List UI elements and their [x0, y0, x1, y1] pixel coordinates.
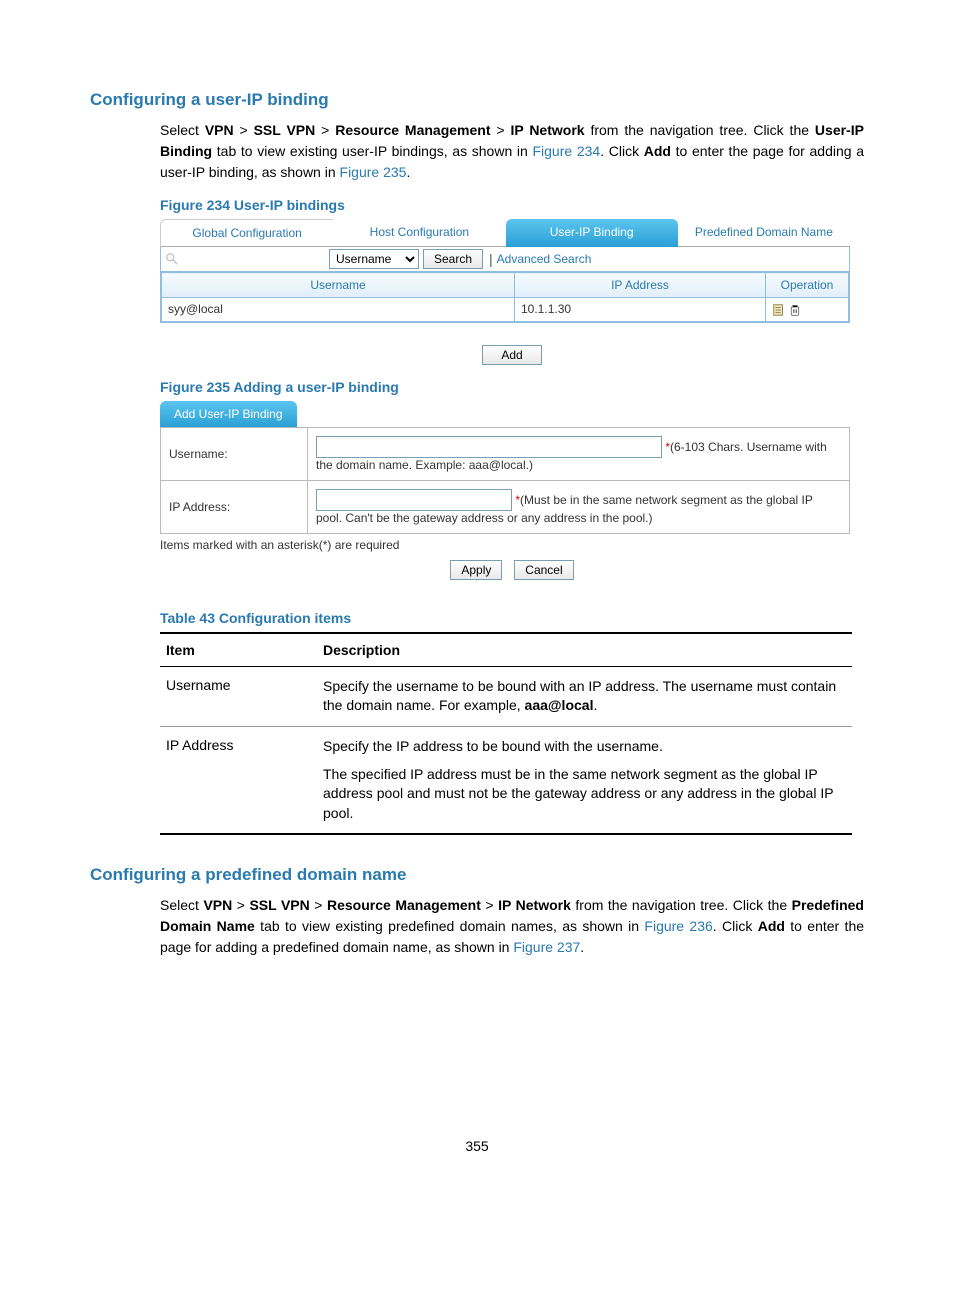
- ip-hint-2: pool. Can't be the gateway address or an…: [316, 511, 653, 525]
- breadcrumb-ipnetwork: IP Network: [510, 122, 584, 138]
- cancel-button[interactable]: Cancel: [514, 560, 573, 580]
- desc-ip-p2: The specified IP address must be in the …: [323, 765, 846, 824]
- section2-paragraph: Select VPN > SSL VPN > Resource Manageme…: [160, 895, 864, 958]
- item-username: Username: [160, 666, 317, 726]
- required-note: Items marked with an asterisk(*) are req…: [160, 538, 864, 552]
- breadcrumb-resource-mgmt: Resource Management: [335, 122, 490, 138]
- desc-ip-p1: Specify the IP address to be bound with …: [323, 737, 846, 757]
- section-heading-predefined-domain: Configuring a predefined domain name: [90, 865, 864, 885]
- text: . Click: [713, 918, 758, 934]
- apply-button[interactable]: Apply: [450, 560, 502, 580]
- table-row: syy@local 10.1.1.30: [162, 298, 849, 322]
- text: from the navigation tree. Click the: [585, 122, 815, 138]
- cell-username: syy@local: [162, 298, 515, 322]
- tabs-row: Global Configuration Host Configuration …: [160, 219, 850, 247]
- breadcrumb-vpn: VPN: [203, 897, 232, 913]
- link-figure-237[interactable]: Figure 237: [513, 939, 580, 955]
- text: Select: [160, 897, 203, 913]
- add-button[interactable]: Add: [482, 345, 541, 365]
- breadcrumb-ipnetwork: IP Network: [498, 897, 571, 913]
- text: tab to view existing user-IP bindings, a…: [212, 143, 532, 159]
- tab-predefined-domain[interactable]: Predefined Domain Name: [678, 219, 850, 247]
- breadcrumb-sslvpn: SSL VPN: [249, 897, 309, 913]
- text: >: [232, 897, 249, 913]
- text: >: [234, 122, 254, 138]
- delete-icon[interactable]: [789, 303, 801, 317]
- add-ref: Add: [644, 143, 671, 159]
- page-number: 355: [90, 1138, 864, 1154]
- tab-add-user-ip[interactable]: Add User-IP Binding: [160, 401, 297, 427]
- username-hint-2: the domain name. Example: aaa@local.): [316, 458, 533, 472]
- text: tab to view existing predefined domain n…: [255, 918, 645, 934]
- table-43: Item Description Username Specify the us…: [160, 632, 852, 836]
- text: .: [406, 164, 410, 180]
- table-43-caption: Table 43 Configuration items: [160, 610, 864, 626]
- section-heading-user-ip: Configuring a user-IP binding: [90, 90, 864, 110]
- tab-global-config[interactable]: Global Configuration: [160, 219, 333, 247]
- figure-235: Add User-IP Binding Username: *(6-103 Ch…: [160, 401, 864, 580]
- breadcrumb-sslvpn: SSL VPN: [254, 122, 316, 138]
- divider: |: [489, 251, 493, 267]
- ip-hint: (Must be in the same network segment as …: [520, 493, 813, 507]
- col-username: Username: [162, 273, 515, 298]
- advanced-search-link[interactable]: Advanced Search: [497, 252, 592, 266]
- link-figure-234[interactable]: Figure 234: [532, 143, 600, 159]
- search-field-select[interactable]: Username: [329, 249, 419, 269]
- text: >: [310, 897, 327, 913]
- breadcrumb-vpn: VPN: [205, 122, 234, 138]
- search-icon: [165, 252, 179, 266]
- text: .: [580, 939, 584, 955]
- ip-input[interactable]: [316, 489, 512, 511]
- tab-host-config[interactable]: Host Configuration: [333, 219, 505, 247]
- add-binding-form: Username: *(6-103 Chars. Username with t…: [160, 427, 850, 534]
- th-desc: Description: [317, 633, 852, 667]
- table-row: IP Address Specify the IP address to be …: [160, 727, 852, 835]
- section1-paragraph: Select VPN > SSL VPN > Resource Manageme…: [160, 120, 864, 183]
- col-operation: Operation: [766, 273, 849, 298]
- username-label: Username:: [161, 427, 308, 480]
- username-input[interactable]: [316, 436, 662, 458]
- text: from the navigation tree. Click the: [571, 897, 792, 913]
- cell-operation: [766, 298, 849, 322]
- tab-user-ip-binding[interactable]: User-IP Binding: [506, 219, 678, 247]
- text: Select: [160, 122, 205, 138]
- item-ip: IP Address: [160, 727, 317, 835]
- search-button[interactable]: Search: [423, 249, 483, 269]
- text: >: [490, 122, 510, 138]
- text: >: [481, 897, 498, 913]
- username-hint: (6-103 Chars. Username with: [670, 440, 827, 454]
- link-figure-235[interactable]: Figure 235: [340, 164, 407, 180]
- figure-234-caption: Figure 234 User-IP bindings: [160, 197, 864, 213]
- figure-235-caption: Figure 235 Adding a user-IP binding: [160, 379, 864, 395]
- link-figure-236[interactable]: Figure 236: [644, 918, 712, 934]
- edit-icon[interactable]: [772, 303, 786, 317]
- desc-ip: Specify the IP address to be bound with …: [317, 727, 852, 835]
- example-bold: aaa@local: [525, 697, 594, 713]
- text: . Click: [600, 143, 644, 159]
- ip-label: IP Address:: [161, 480, 308, 533]
- th-item: Item: [160, 633, 317, 667]
- table-row: Username Specify the username to be boun…: [160, 666, 852, 726]
- figure-234: Global Configuration Host Configuration …: [160, 219, 864, 365]
- col-ip: IP Address: [515, 273, 766, 298]
- breadcrumb-resource-mgmt: Resource Management: [327, 897, 481, 913]
- add-ref: Add: [758, 918, 785, 934]
- desc-username: Specify the username to be bound with an…: [317, 666, 852, 726]
- cell-ip: 10.1.1.30: [515, 298, 766, 322]
- text: .: [593, 697, 597, 713]
- bindings-table: Username IP Address Operation syy@local …: [161, 272, 849, 322]
- text: >: [315, 122, 335, 138]
- search-row: Username Search | Advanced Search: [161, 247, 849, 272]
